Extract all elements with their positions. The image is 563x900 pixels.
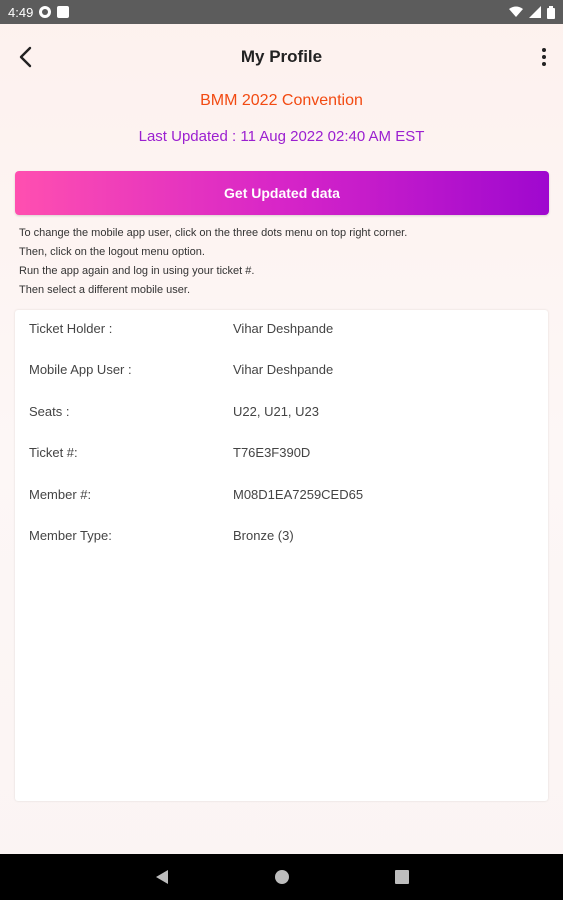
profile-value: T76E3F390D [233, 445, 311, 461]
status-bar: 4:49 [0, 0, 563, 24]
status-left: 4:49 [8, 4, 70, 20]
recents-square-icon [395, 870, 409, 884]
nav-back-button[interactable] [142, 857, 182, 897]
get-updated-data-button[interactable]: Get Updated data [15, 171, 549, 215]
sim-icon [57, 6, 70, 18]
wifi-icon [509, 6, 523, 17]
last-updated-text: Last Updated : 11 Aug 2022 02:40 AM EST [138, 128, 425, 145]
status-time: 4:49 [8, 4, 34, 20]
page-title: My Profile [240, 47, 323, 66]
more-vert-dot [542, 62, 546, 66]
nav-home-button[interactable] [262, 857, 302, 897]
profile-value: Vihar Deshpande [233, 321, 334, 336]
profile-row-ticket-holder: Ticket Holder : Vihar Deshpande [15, 320, 548, 361]
instructions: To change the mobile app user, click on … [19, 225, 549, 301]
more-vert-icon [542, 48, 546, 52]
profile-label: Member #: [29, 486, 92, 502]
profile-card: Ticket Holder : Vihar Deshpande Mobile A… [15, 310, 548, 801]
profile-label: Member Type: [29, 527, 112, 543]
instruction-line: Then select a different mobile user. [19, 284, 191, 296]
app-bar: My Profile [0, 24, 563, 90]
profile-row-ticket-number: Ticket #: T76E3F390D [15, 444, 548, 485]
more-vert-dot [542, 55, 546, 59]
profile-label: Mobile App User : [29, 362, 132, 378]
profile-value: U22, U21, U23 [233, 403, 319, 419]
profile-label: Ticket #: [29, 445, 78, 461]
more-menu-button[interactable] [537, 42, 551, 72]
profile-row-member-type: Member Type: Bronze (3) [15, 527, 548, 568]
profile-row-seats: Seats : U22, U21, U23 [15, 403, 548, 444]
battery-icon [547, 5, 555, 19]
instruction-line: Then, click on the logout menu option. [19, 246, 205, 258]
profile-value: M08D1EA7259CED65 [233, 486, 364, 502]
profile-value: Bronze (3) [233, 527, 294, 543]
profile-row-member-number: Member #: M08D1EA7259CED65 [15, 486, 548, 527]
back-triangle-icon [156, 870, 168, 884]
home-circle-icon [275, 870, 289, 884]
event-name: BMM 2022 Convention [200, 92, 363, 109]
status-right [509, 5, 555, 19]
profile-label: Seats : [29, 403, 70, 419]
instruction-line: To change the mobile app user, click on … [19, 227, 408, 239]
profile-row-mobile-app-user: Mobile App User : Vihar Deshpande [15, 361, 548, 402]
cell-signal-icon [529, 6, 541, 18]
back-button[interactable] [12, 42, 38, 72]
profile-label: Ticket Holder : [29, 321, 113, 336]
system-nav-bar [0, 854, 563, 900]
instruction-line: Run the app again and log in using your … [19, 265, 255, 277]
arrow-left-icon [19, 46, 32, 68]
nav-recents-button[interactable] [382, 857, 422, 897]
profile-value: Vihar Deshpande [233, 362, 334, 378]
notification-icon [39, 6, 52, 18]
